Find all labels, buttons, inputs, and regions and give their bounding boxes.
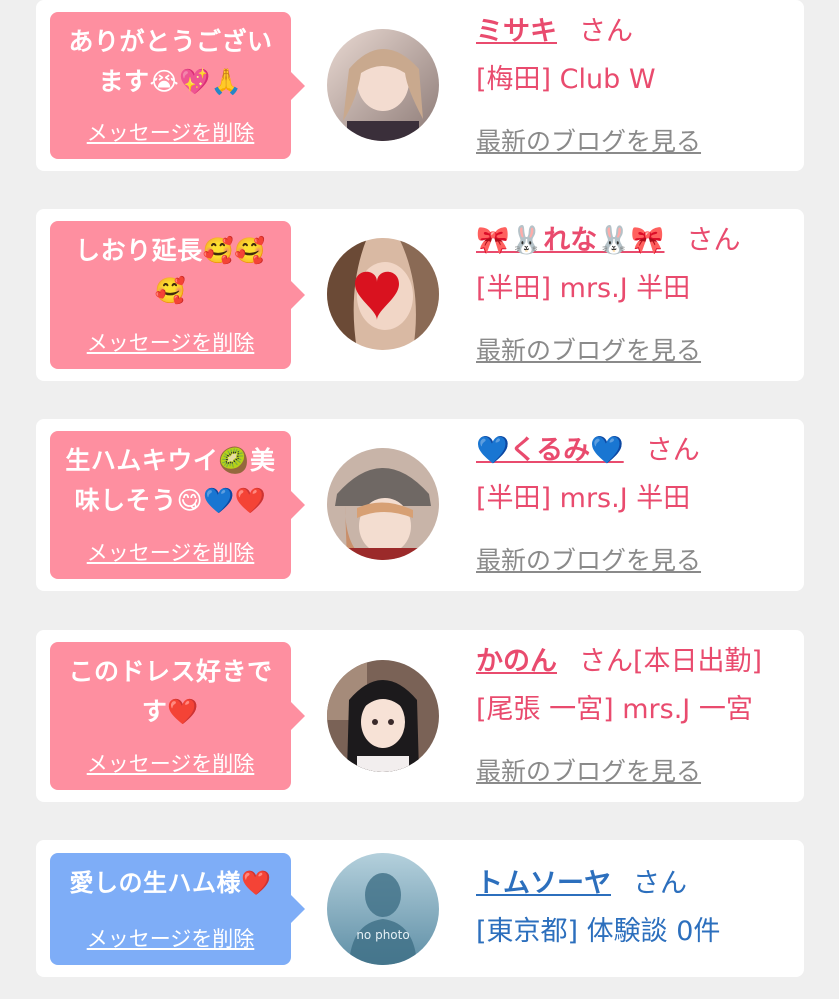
message-text: 愛しの生ハム様❤️ — [69, 869, 272, 897]
honorific: さん — [633, 868, 687, 899]
honorific: さん — [579, 16, 633, 47]
message-card: 愛しの生ハム様❤️ メッセージを削除 no photo トムソーヤ さん [東京都… — [36, 840, 804, 977]
shop-label: [東京都] 体験談 0件 — [476, 916, 721, 947]
shop-label: [半田] mrs.J 半田 — [476, 273, 691, 304]
latest-blog-link[interactable]: 最新のブログを見る — [476, 331, 701, 367]
delete-message-link[interactable]: メッセージを削除 — [50, 537, 291, 567]
message-text: 生ハムキウイ🥝美 味しそう😋💙❤️ — [65, 446, 276, 515]
message-bubble: このドレス好きで す❤️ メッセージを削除 — [50, 642, 305, 790]
honorific: さん — [645, 435, 700, 466]
delete-message-link[interactable]: メッセージを削除 — [50, 327, 291, 357]
message-bubble: 愛しの生ハム様❤️ メッセージを削除 — [50, 853, 305, 965]
message-card: しおり延長🥰🥰 🥰 メッセージを削除 🎀🐰れな🐰🎀 さん [半田] mrs.J 半… — [36, 209, 804, 381]
sender-name-link[interactable]: トムソーヤ — [476, 868, 611, 899]
shop-label: [半田] mrs.J 半田 — [476, 483, 691, 514]
sender-info: ミサキ さん [梅田] Club W — [476, 12, 794, 100]
honorific: さん — [686, 225, 741, 256]
message-bubble: ありがとうござい ます😭💖🙏 メッセージを削除 — [50, 12, 305, 159]
delete-message-link[interactable]: メッセージを削除 — [50, 117, 291, 147]
latest-blog-link[interactable]: 最新のブログを見る — [476, 541, 701, 577]
delete-message-link[interactable]: メッセージを削除 — [50, 923, 291, 953]
avatar[interactable] — [327, 660, 439, 772]
avatar[interactable] — [327, 448, 439, 560]
avatar[interactable] — [327, 29, 439, 141]
latest-blog-link[interactable]: 最新のブログを見る — [476, 752, 701, 788]
message-bubble: しおり延長🥰🥰 🥰 メッセージを削除 — [50, 221, 305, 369]
avatar[interactable] — [327, 238, 439, 350]
sender-info: 🎀🐰れな🐰🎀 さん [半田] mrs.J 半田 — [476, 221, 794, 309]
status-label: [本日出勤] — [633, 646, 763, 677]
sender-name-link[interactable]: かのん — [476, 646, 557, 677]
sender-name-link[interactable]: 💙くるみ💙 — [476, 435, 624, 466]
delete-message-link[interactable]: メッセージを削除 — [50, 748, 291, 778]
latest-blog-link[interactable]: 最新のブログを見る — [476, 122, 701, 158]
message-bubble: 生ハムキウイ🥝美 味しそう😋💙❤️ メッセージを削除 — [50, 431, 305, 579]
sender-info: かのん さん[本日出勤] [尾張 一宮] mrs.J 一宮 — [476, 642, 794, 730]
no-photo-label: no photo — [356, 928, 409, 942]
sender-info: トムソーヤ さん [東京都] 体験談 0件 — [476, 864, 794, 952]
message-text: このドレス好きで す❤️ — [68, 657, 273, 726]
sender-name-link[interactable]: 🎀🐰れな🐰🎀 — [476, 225, 664, 256]
honorific: さん — [579, 646, 633, 677]
message-card: 生ハムキウイ🥝美 味しそう😋💙❤️ メッセージを削除 💙くるみ💙 さん [半田] … — [36, 419, 804, 591]
shop-label: [尾張 一宮] mrs.J 一宮 — [476, 694, 753, 725]
message-card: このドレス好きで す❤️ メッセージを削除 かのん さん[本日出勤] [尾張 一宮… — [36, 630, 804, 802]
message-text: しおり延長🥰🥰 🥰 — [75, 236, 266, 305]
message-text: ありがとうござい ます😭💖🙏 — [68, 27, 273, 96]
message-card: ありがとうござい ます😭💖🙏 メッセージを削除 ミサキ さん [梅田] Club … — [36, 0, 804, 171]
sender-info: 💙くるみ💙 さん [半田] mrs.J 半田 — [476, 431, 794, 519]
avatar[interactable]: no photo — [327, 853, 439, 965]
shop-label: [梅田] Club W — [476, 64, 656, 95]
sender-name-link[interactable]: ミサキ — [476, 16, 557, 47]
